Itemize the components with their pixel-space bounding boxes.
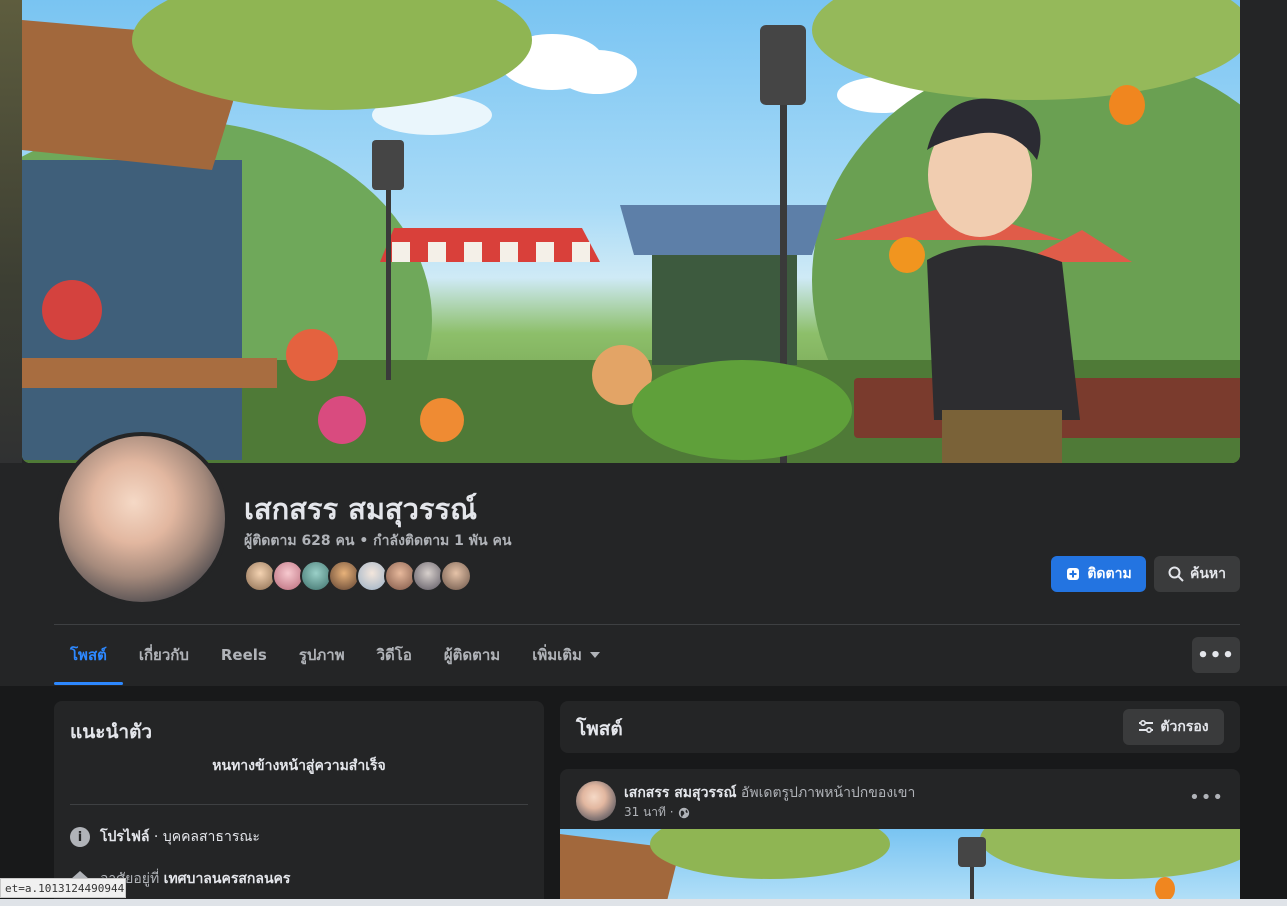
filter-button[interactable]: ตัวกรอง [1123,709,1224,745]
background-edge [0,0,22,463]
intro-bio: หนทางข้างหน้าสู่ความสำเร็จ [212,758,386,774]
follow-label: ติดตาม [1087,566,1132,582]
caret-down-icon [589,652,600,658]
follower-avatar[interactable] [440,560,472,592]
profile-label: โปรไฟล์ [100,829,150,845]
search-label: ค้นหา [1189,566,1227,582]
post-timestamp[interactable]: 31 นาที · [624,803,690,822]
post-action: อัพเดตรูปภาพหน้าปกของเขา [736,785,916,801]
follow-button[interactable]: ติดตาม [1051,556,1146,592]
info-icon: i [70,827,90,847]
intro-profile-type: i โปรไฟล์ · บุคคลสาธารณะ [70,826,260,848]
search-button[interactable]: ค้นหา [1154,556,1240,592]
more-dots-icon: ••• [1189,787,1224,808]
tab-label: รูปภาพ [298,646,345,664]
posts-header: โพสต์ ตัวกรอง [560,701,1240,753]
user-plus-icon [1067,568,1080,580]
more-dots-icon: ••• [1197,644,1235,666]
tab-reels[interactable]: Reels [205,625,283,685]
intro-title: แนะนำตัว [70,721,153,743]
tab-about[interactable]: เกี่ยวกับ [123,625,205,685]
tab-posts[interactable]: โพสต์ [54,625,123,685]
search-icon [1168,566,1184,582]
tab-label: เกี่ยวกับ [138,646,189,664]
profile-name: เสกสรร สมสุวรรณ์ [244,492,477,526]
profile-type: · บุคคลสาธารณะ [149,829,260,845]
post-image[interactable] [560,829,1240,906]
filter-label: ตัวกรอง [1160,719,1209,735]
tab-label: วิดีโอ [376,646,412,664]
posts-title: โพสต์ [576,718,623,740]
post-card: เสกสรร สมสุวรรณ์ อัพเดตรูปภาพหน้าปกของเข… [560,769,1240,906]
status-url: et=a.101312449094415 [0,878,126,898]
filter-icon [1139,720,1154,734]
follower-avatars[interactable] [244,560,472,592]
tab-label: เพิ่มเติม [532,646,582,664]
tab-photos[interactable]: รูปภาพ [283,625,361,685]
tab-videos[interactable]: วิดีโอ [361,625,428,685]
post-image-illustration [560,829,1240,906]
post-author-avatar[interactable] [576,781,616,821]
post-time-text: 31 นาที · [624,805,674,819]
profile-avatar[interactable] [55,432,229,606]
post-author-line: เสกสรร สมสุวรรณ์ อัพเดตรูปภาพหน้าปกของเข… [624,782,915,804]
tab-label: Reels [220,646,267,664]
post-author-name[interactable]: เสกสรร สมสุวรรณ์ [624,785,736,801]
intro-divider [70,804,528,805]
lives-place[interactable]: เทศบาลนครสกลนคร [164,871,291,887]
post-more-button[interactable]: ••• [1189,787,1224,808]
profile-tabs: โพสต์ เกี่ยวกับ Reels รูปภาพ วิดีโอ ผู้ต… [54,625,616,685]
cover-photo[interactable] [22,0,1240,463]
tab-followers[interactable]: ผู้ติดตาม [428,625,516,685]
globe-icon [678,807,689,818]
tab-more[interactable]: เพิ่มเติม [516,625,616,685]
tab-label: โพสต์ [70,646,107,664]
profile-stats[interactable]: ผู้ติดตาม 628 คน • กำลังติดตาม 1 พัน คน [244,530,511,552]
intro-card: แนะนำตัว หนทางข้างหน้าสู่ความสำเร็จ i โป… [54,701,544,906]
more-options-button[interactable]: ••• [1192,637,1240,673]
cover-illustration [22,0,1240,463]
profile-photo [59,436,225,602]
window-bottom-edge [0,899,1287,906]
tab-label: ผู้ติดตาม [443,646,501,664]
